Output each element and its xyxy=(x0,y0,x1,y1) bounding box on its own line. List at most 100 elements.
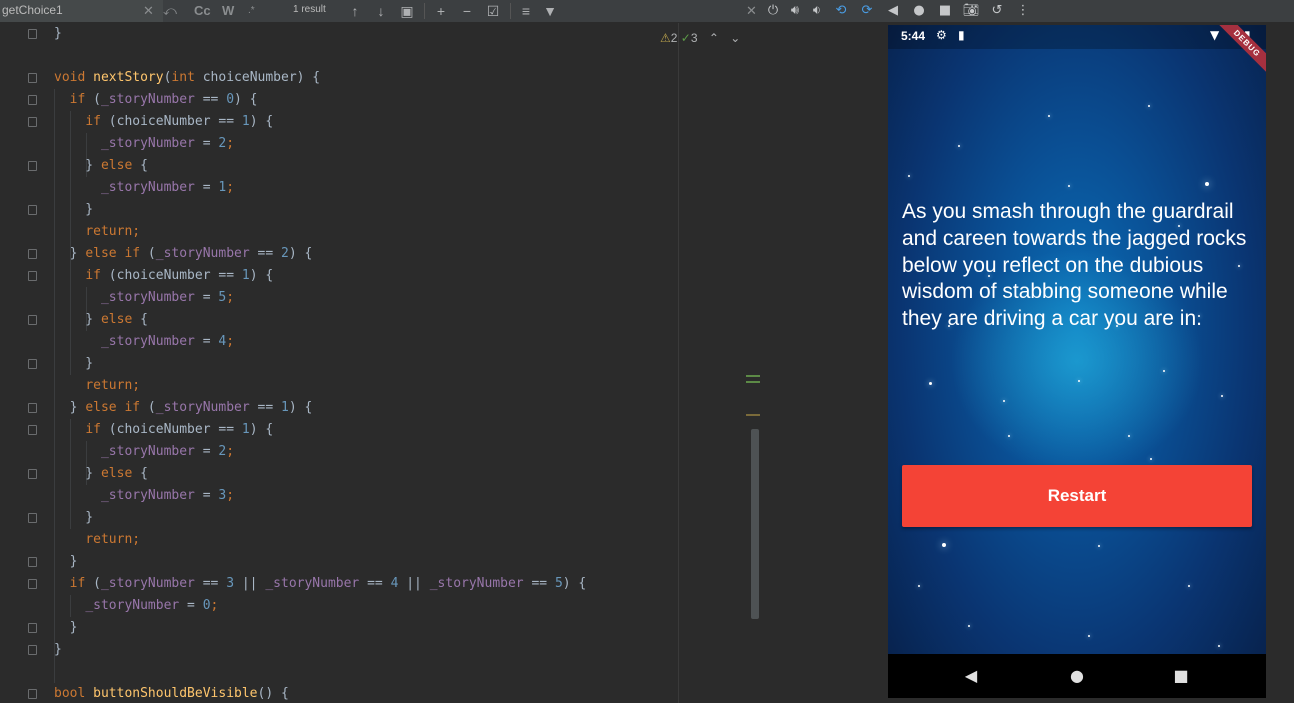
filter-icon[interactable]: ▼ xyxy=(540,1,560,21)
code-line[interactable]: } xyxy=(54,507,586,529)
fold-marker[interactable] xyxy=(28,579,37,589)
code-line[interactable]: if (choiceNumber == 1) { xyxy=(54,111,586,133)
code-token: ; xyxy=(226,488,235,503)
nav-back-icon[interactable]: ◀ xyxy=(959,664,983,688)
fold-marker[interactable] xyxy=(28,271,37,281)
fold-marker[interactable] xyxy=(28,95,37,105)
fold-marker[interactable] xyxy=(28,425,37,435)
code-line[interactable]: _storyNumber = 0; xyxy=(54,595,586,617)
code-line[interactable]: return; xyxy=(54,221,586,243)
nav-home-icon[interactable]: ● xyxy=(1065,664,1089,688)
fold-marker[interactable] xyxy=(28,29,37,39)
code-line[interactable]: } xyxy=(54,199,586,221)
code-line[interactable]: return; xyxy=(54,375,586,397)
code-line[interactable]: } xyxy=(54,353,586,375)
replace-toggle-icon[interactable]: ⤺ xyxy=(163,2,177,20)
code-line[interactable]: _storyNumber = 2; xyxy=(54,441,586,463)
next-problem-icon[interactable]: ⌄ xyxy=(730,31,740,45)
code-line[interactable]: _storyNumber = 2; xyxy=(54,133,586,155)
phone-screen[interactable]: 5:44 ⚙ ▮ ▼ ▮ DEBUG As you smash through … xyxy=(888,25,1266,698)
star-dot xyxy=(1188,585,1190,587)
code-editor[interactable]: } void nextStory(int choiceNumber) { if (… xyxy=(0,23,762,703)
code-line[interactable]: bool buttonShouldBeVisible() { xyxy=(54,683,586,703)
scrollbar-thumb[interactable] xyxy=(751,429,759,619)
code-line[interactable]: if (_storyNumber == 3 || _storyNumber ==… xyxy=(54,573,587,595)
volume-down-icon[interactable]: 🔉︎ xyxy=(806,1,828,21)
fold-marker[interactable] xyxy=(28,161,37,171)
code-line[interactable]: } xyxy=(54,639,586,661)
code-line[interactable]: if (choiceNumber == 1) { xyxy=(54,419,586,441)
code-token: ; xyxy=(226,444,235,459)
code-line[interactable]: return; xyxy=(54,529,586,551)
code-line[interactable]: } else { xyxy=(54,309,586,331)
code-token: else xyxy=(100,158,133,173)
code-token: _storyNumber xyxy=(85,598,180,613)
change-marker[interactable] xyxy=(746,375,760,377)
match-case-option[interactable]: Cc xyxy=(194,2,211,20)
fold-marker[interactable] xyxy=(28,623,37,633)
code-line[interactable] xyxy=(54,45,586,67)
fold-marker[interactable] xyxy=(28,117,37,127)
fold-marker[interactable] xyxy=(28,557,37,567)
code-line[interactable]: } else if (_storyNumber == 2) { xyxy=(54,243,586,265)
star-dot xyxy=(1078,380,1080,382)
rotate-left-icon[interactable]: ⟲ xyxy=(830,1,852,21)
restart-button[interactable]: Restart xyxy=(902,465,1252,527)
inspection-widget[interactable]: ⚠2 ✓3 ⌃ ⌄ xyxy=(660,31,740,45)
code-line[interactable]: } else if (_storyNumber == 1) { xyxy=(54,397,586,419)
open-in-window-icon[interactable]: ▣ xyxy=(397,1,417,21)
fold-marker[interactable] xyxy=(28,249,37,259)
code-line[interactable]: } xyxy=(54,23,586,45)
fold-marker[interactable] xyxy=(28,359,37,369)
fold-marker[interactable] xyxy=(28,513,37,523)
prev-occurrence-icon[interactable]: ↑ xyxy=(345,1,365,21)
code-line[interactable]: } else { xyxy=(54,155,586,177)
back-icon[interactable]: ◀ xyxy=(882,1,904,21)
code-line[interactable]: _storyNumber = 5; xyxy=(54,287,586,309)
power-icon[interactable]: ⏻ xyxy=(762,1,784,21)
more-icon[interactable]: ⋮ xyxy=(1012,1,1034,21)
fold-marker[interactable] xyxy=(28,689,37,699)
fold-marker[interactable] xyxy=(28,315,37,325)
multiline-icon[interactable]: ≡ xyxy=(516,1,536,21)
fold-marker[interactable] xyxy=(28,469,37,479)
rotate-right-icon[interactable]: ⟳ xyxy=(856,1,878,21)
code-text[interactable]: } void nextStory(int choiceNumber) { if (… xyxy=(54,23,586,703)
code-token: ; xyxy=(226,180,235,195)
code-line[interactable]: } else { xyxy=(54,463,586,485)
add-selection-icon[interactable]: + xyxy=(431,1,451,21)
status-bar: 5:44 ⚙ ▮ ▼ ▮ xyxy=(888,25,1266,49)
screenshot-icon[interactable]: 📷︎ xyxy=(960,1,982,21)
next-occurrence-icon[interactable]: ↓ xyxy=(371,1,391,21)
close-icon[interactable]: ✕ xyxy=(746,2,757,20)
home-icon[interactable]: ● xyxy=(908,1,930,21)
remove-selection-icon[interactable]: − xyxy=(457,1,477,21)
code-token: 2 xyxy=(281,246,289,261)
rewind-icon[interactable]: ↺ xyxy=(986,1,1008,21)
volume-up-icon[interactable]: 🔊︎ xyxy=(784,1,806,21)
code-line[interactable]: _storyNumber = 3; xyxy=(54,485,586,507)
code-line[interactable]: _storyNumber = 1; xyxy=(54,177,586,199)
fold-marker[interactable] xyxy=(28,403,37,413)
nav-recents-icon[interactable]: ■ xyxy=(1169,664,1193,688)
fold-marker[interactable] xyxy=(28,73,37,83)
prev-problem-icon[interactable]: ⌃ xyxy=(709,31,719,45)
overview-icon[interactable]: ■ xyxy=(934,1,956,21)
clear-icon[interactable]: ✕ xyxy=(143,2,154,20)
regex-option[interactable]: .* xyxy=(248,2,255,20)
search-input[interactable]: getChoice1 xyxy=(0,0,163,22)
code-line[interactable]: } xyxy=(54,551,586,573)
fold-marker[interactable] xyxy=(28,205,37,215)
fold-marker[interactable] xyxy=(28,645,37,655)
select-all-icon[interactable]: ☑ xyxy=(483,1,503,21)
code-line[interactable] xyxy=(54,661,586,683)
code-line[interactable]: void nextStory(int choiceNumber) { xyxy=(54,67,586,89)
words-option[interactable]: W xyxy=(222,2,234,20)
code-line[interactable]: } xyxy=(54,617,586,639)
code-line[interactable]: if (_storyNumber == 0) { xyxy=(54,89,586,111)
warning-marker[interactable] xyxy=(746,414,760,416)
code-line[interactable]: _storyNumber = 4; xyxy=(54,331,586,353)
change-marker[interactable] xyxy=(746,381,760,383)
code-line[interactable]: if (choiceNumber == 1) { xyxy=(54,265,586,287)
